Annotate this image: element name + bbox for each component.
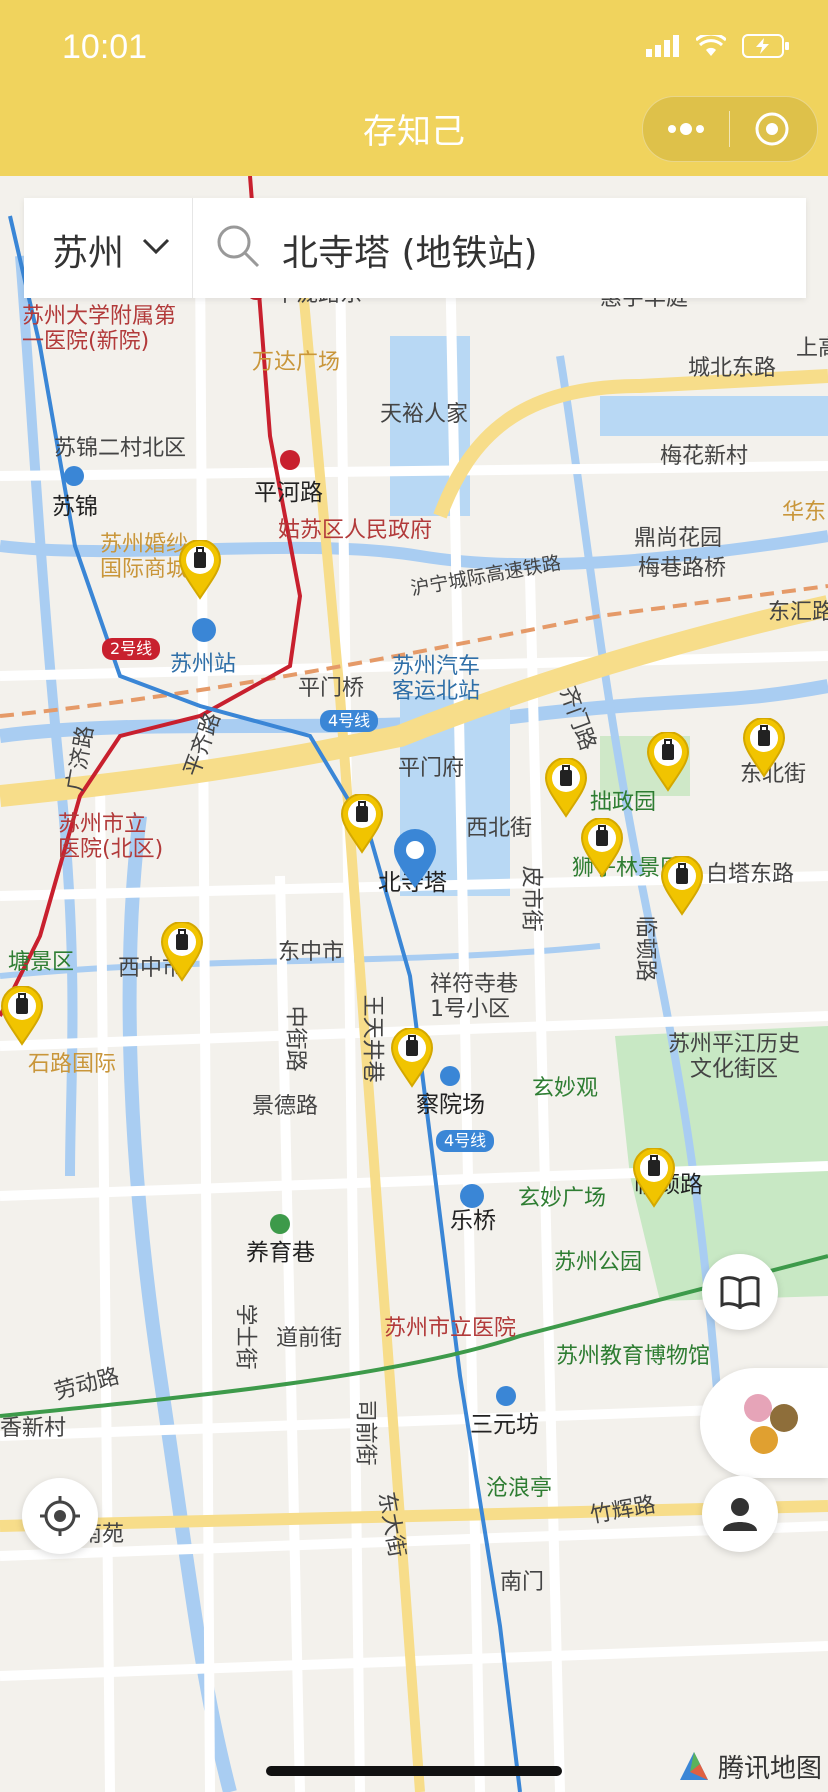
selected-location-marker[interactable]	[392, 828, 438, 890]
map-label: 东汇路	[768, 600, 828, 625]
map-label: 平河路	[254, 480, 323, 506]
map-label: 三元坊	[470, 1412, 539, 1438]
luggage-pin[interactable]	[160, 922, 204, 982]
luggage-pin[interactable]	[0, 986, 44, 1046]
user-icon	[723, 1498, 757, 1531]
map-label: 南门	[500, 1570, 545, 1595]
map-label: 万达广场	[252, 350, 341, 375]
status-icons	[646, 34, 790, 58]
luggage-pin[interactable]	[580, 818, 624, 878]
map-label: 梅巷路桥	[638, 556, 727, 581]
map-label: 平门府	[398, 756, 465, 781]
map-label: 察院场	[416, 1092, 485, 1118]
map-label: 苏州公园	[554, 1250, 643, 1275]
map-label: 苏锦二村北区	[54, 436, 187, 461]
map-label: 鼎尚花园	[634, 526, 723, 551]
header-bar: 10:01 存知己	[0, 0, 828, 176]
city-selector[interactable]: 苏州	[52, 224, 124, 276]
promo-image	[744, 1394, 798, 1454]
search-bar: 苏州 北寺塔 (地铁站)	[24, 198, 806, 298]
map-label: 东中市	[278, 940, 345, 965]
map-label: 苏州市立医院	[384, 1316, 517, 1341]
tencent-map-logo: 腾讯地图	[678, 1748, 822, 1785]
map-label: 西北街	[466, 816, 533, 841]
luggage-pin[interactable]	[660, 856, 704, 916]
metro-line-label: 4号线	[436, 1130, 495, 1153]
luggage-pin[interactable]	[632, 1148, 676, 1208]
map-label: 沧浪亭	[486, 1476, 553, 1501]
map-label: 城北东路	[688, 356, 777, 381]
profile-button[interactable]	[702, 1476, 778, 1552]
map-label: 学士街	[232, 1303, 258, 1370]
map-label: 姑苏区人民政府	[278, 518, 433, 543]
home-indicator	[266, 1766, 562, 1776]
map-label: 上高	[796, 336, 828, 361]
map-label: 皮市街	[518, 865, 544, 932]
map-label: 苏州大学附属第 一医院(新院)	[22, 304, 177, 355]
map-label: 祥符寺巷 1号小区	[430, 972, 519, 1023]
luggage-pin[interactable]	[390, 1028, 434, 1088]
wifi-icon	[696, 35, 726, 56]
signal-icon	[646, 35, 679, 57]
map-label: 苏州教育博物馆	[556, 1344, 711, 1369]
map-label: 司前街	[352, 1399, 378, 1466]
map-label: 玄妙广场	[518, 1186, 607, 1211]
map-label: 拙政园	[590, 790, 657, 815]
map-label: 梅花新村	[660, 444, 749, 469]
more-button[interactable]	[643, 97, 729, 161]
map-label: 道前街	[276, 1326, 343, 1351]
map-view[interactable]: 平泷路东 万达广场 苏州大学附属第 一医院(新院) 天裕人家 惠宇华庭 城北东路…	[0, 176, 828, 1792]
metro-line-label: 2号线	[102, 638, 161, 661]
map-label: 苏州平江历史 文化街区	[668, 1032, 801, 1083]
luggage-pin[interactable]	[178, 540, 222, 600]
map-label: 苏州站	[170, 652, 237, 677]
luggage-pin[interactable]	[544, 758, 588, 818]
mini-program-capsule	[642, 96, 818, 162]
map-label: 苏州市立 医院(北区)	[58, 812, 164, 863]
search-input[interactable]: 北寺塔 (地铁站)	[282, 224, 538, 276]
map-label: 苏锦	[52, 494, 98, 520]
book-icon	[720, 1276, 760, 1309]
target-icon	[755, 112, 789, 146]
locate-button[interactable]	[22, 1478, 98, 1554]
status-time: 10:01	[62, 28, 148, 66]
luggage-pin[interactable]	[646, 732, 690, 792]
metro-line-label: 4号线	[320, 710, 379, 733]
promo-button[interactable]	[700, 1368, 828, 1478]
battery-icon	[742, 34, 789, 58]
map-provider-label: 腾讯地图	[718, 1754, 823, 1784]
map-label: 平门桥	[298, 676, 365, 701]
tencent-map-icon	[680, 1751, 708, 1780]
luggage-pin[interactable]	[340, 794, 384, 854]
map-label: 景德路	[252, 1094, 319, 1119]
crosshair-icon	[40, 1496, 80, 1536]
map-label: 临顿路	[632, 915, 658, 982]
map-label: 天裕人家	[380, 402, 469, 427]
map-label: 中街路	[282, 1005, 308, 1072]
more-dots-icon	[668, 123, 704, 135]
map-label: 乐桥	[450, 1208, 496, 1234]
close-mini-program-button[interactable]	[729, 97, 815, 161]
search-icon	[217, 225, 260, 268]
map-label: 石路国际	[28, 1052, 117, 1077]
map-label: 香新村	[0, 1416, 67, 1441]
chevron-down-icon[interactable]	[140, 230, 172, 262]
map-label: 塘景区	[8, 950, 75, 975]
guide-button[interactable]	[702, 1254, 778, 1330]
map-label: 养育巷	[246, 1240, 315, 1266]
map-label: 苏州汽车 客运北站	[392, 654, 481, 705]
map-label: 玄妙观	[532, 1076, 599, 1101]
map-label: 白塔东路	[706, 862, 795, 887]
map-label: 苏州婚纱 国际商城	[100, 532, 189, 583]
luggage-pin[interactable]	[742, 718, 786, 778]
map-label: 华东	[782, 500, 827, 525]
map-label: 王天井巷	[359, 994, 385, 1083]
